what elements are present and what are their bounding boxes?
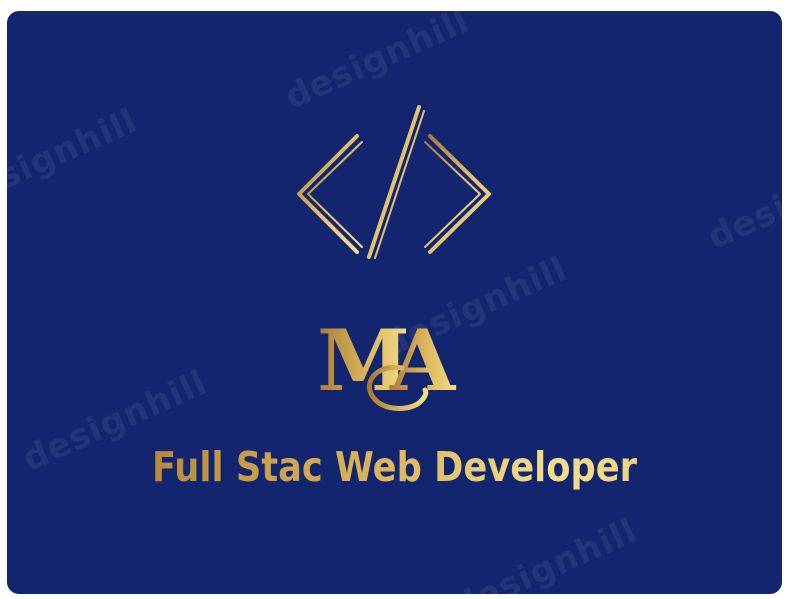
logo-graphic: M A — [297, 105, 491, 411]
logo-card: designhill designhill designhill designh… — [7, 11, 782, 594]
code-symbol-icon — [297, 105, 491, 259]
frame: designhill designhill designhill designh… — [0, 0, 790, 599]
monogram: M A — [317, 311, 457, 410]
tagline: Full Stac Web Developer — [61, 443, 728, 491]
